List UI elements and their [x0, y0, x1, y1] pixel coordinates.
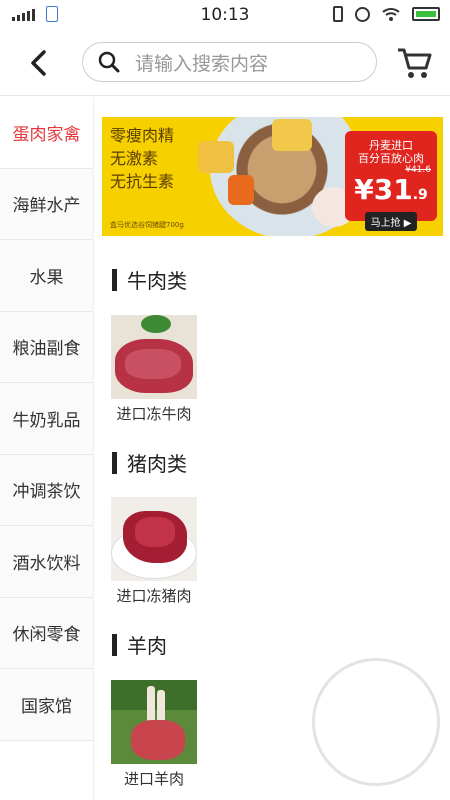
price: ¥31.9: [345, 175, 437, 210]
section-title-lamb: 羊肉: [112, 630, 167, 659]
product-image: [111, 315, 197, 399]
corn-image: [198, 141, 234, 173]
alarm-icon: [355, 6, 370, 22]
title-bar: [112, 268, 117, 291]
price-main: ¥31: [354, 173, 413, 206]
product-image: [111, 680, 197, 764]
sidebar-item-national[interactable]: 国家馆: [0, 669, 93, 741]
sidebar-item-grain-oil[interactable]: 粮油副食: [0, 311, 93, 383]
promo-banner[interactable]: 零瘦肉精 无激素 无抗生素 盒马优选谷饲猪腱700g 丹麦进口 百分百放心肉 ¥…: [102, 117, 443, 236]
search-icon: [98, 51, 120, 73]
sidebar-item-snacks[interactable]: 休闲零食: [0, 597, 93, 669]
battery-icon: [412, 7, 440, 21]
top-bar: 请输入搜索内容: [0, 30, 450, 96]
cart-icon[interactable]: [396, 46, 432, 80]
vibrate-icon: [333, 6, 343, 22]
status-bar: 10:13: [0, 0, 450, 30]
product-item-pork[interactable]: 进口冻猪肉: [111, 497, 197, 606]
banner-line-2: 无激素: [110, 149, 159, 168]
section-title-text: 羊肉: [127, 634, 167, 658]
title-bar: [112, 451, 117, 474]
product-item-lamb[interactable]: 进口羊肉: [111, 680, 197, 789]
section-title-text: 猪肉类: [127, 452, 187, 476]
category-sidebar: 蛋肉家禽 海鲜水产 水果 粮油副食 牛奶乳品 冲调茶饮 酒水饮料 休闲零食 国家…: [0, 97, 94, 800]
sidebar-item-seafood[interactable]: 海鲜水产: [0, 168, 93, 240]
section-title-pork: 猪肉类: [112, 448, 187, 477]
title-bar: [112, 633, 117, 656]
carrot-image: [228, 175, 254, 205]
price-decimal: .9: [412, 187, 428, 203]
promo-line-1: 丹麦进口: [369, 139, 413, 152]
price-badge: 丹麦进口 百分百放心肉 ¥41.6 ¥31.9 马上抢 ▶: [345, 131, 437, 231]
section-title-text: 牛肉类: [127, 269, 187, 293]
wifi-icon: [382, 8, 400, 21]
back-arrow-icon[interactable]: [24, 48, 54, 78]
product-image: [111, 497, 197, 581]
section-title-beef: 牛肉类: [112, 265, 187, 294]
sidebar-item-meat-poultry[interactable]: 蛋肉家禽: [0, 97, 93, 169]
banner-line-3: 无抗生素: [110, 172, 175, 191]
sidebar-item-dairy[interactable]: 牛奶乳品: [0, 383, 93, 455]
search-placeholder: 请输入搜索内容: [135, 52, 269, 75]
product-name: 进口羊肉: [123, 770, 184, 788]
product-name: 进口冻牛肉: [116, 405, 192, 423]
product-item-beef[interactable]: 进口冻牛肉: [111, 315, 197, 424]
buy-now-button[interactable]: 马上抢 ▶: [364, 212, 418, 231]
watermark-seal: [312, 658, 440, 786]
sidebar-item-fruit[interactable]: 水果: [0, 240, 93, 312]
banner-line-1: 零瘦肉精: [110, 126, 175, 145]
sidebar-item-beverages[interactable]: 酒水饮料: [0, 526, 93, 598]
search-input[interactable]: 请输入搜索内容: [82, 42, 377, 82]
banner-note: 盒马优选谷饲猪腱700g: [110, 221, 184, 229]
product-name: 进口冻猪肉: [116, 587, 192, 605]
corn-image: [272, 119, 312, 151]
promo-line-2: 百分百放心肉: [358, 152, 424, 165]
sidebar-item-drinks-tea[interactable]: 冲调茶饮: [0, 454, 93, 526]
